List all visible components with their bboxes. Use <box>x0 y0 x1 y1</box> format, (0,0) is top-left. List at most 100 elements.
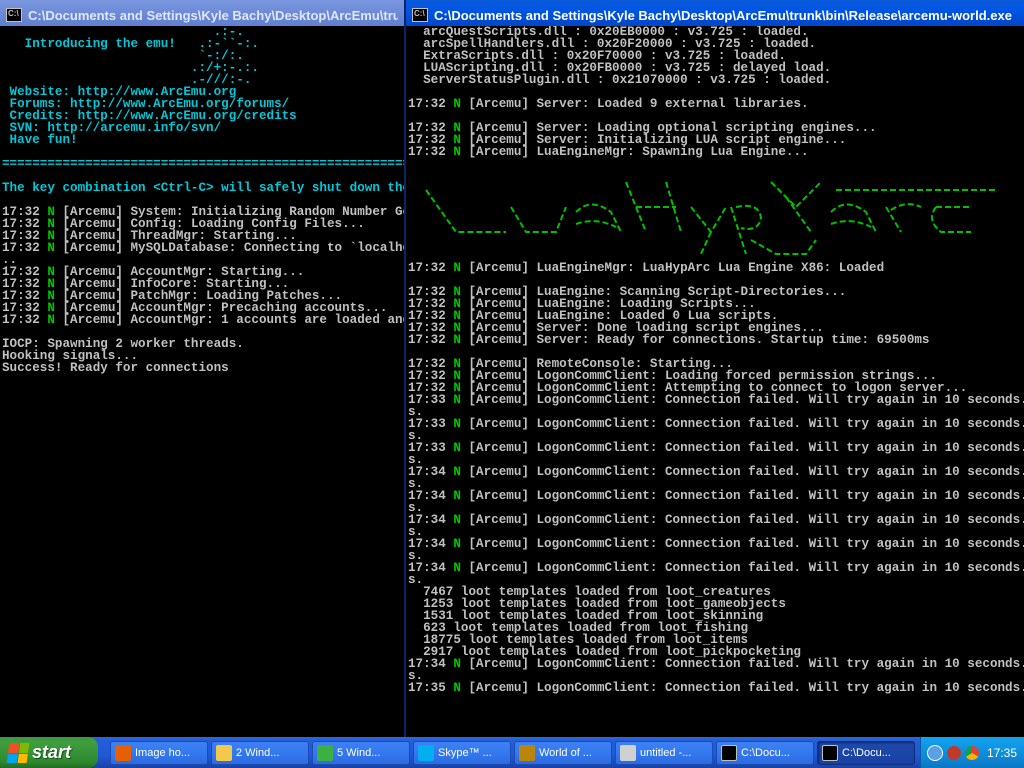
log-level: N <box>453 97 461 111</box>
log-level: N <box>453 561 461 575</box>
luahyparc-logo <box>425 181 996 255</box>
log-time: 17:32 <box>2 313 48 327</box>
log-message: [Arcemu] LogonCommClient: Connection fai… <box>460 681 1024 695</box>
log-level: N <box>453 333 461 347</box>
world-console-window[interactable]: C:\ C:\Documents and Settings\Kyle Bachy… <box>404 0 1024 737</box>
log-level: N <box>453 513 461 527</box>
connection-failed-line: 17:34 N [Arcemu] LogonCommClient: Connec… <box>408 513 1024 527</box>
taskbar-button-label: Image ho... <box>135 746 191 759</box>
log-level: N <box>453 681 461 695</box>
start-button[interactable]: start <box>0 737 98 768</box>
taskbar-button-label: World of ... <box>539 746 592 759</box>
log-message: [Arcemu] LogonCommClient: Connection fai… <box>460 441 1024 455</box>
taskbar-button[interactable]: untitled -... <box>615 740 713 765</box>
info-link-line: Have fun! <box>2 133 78 147</box>
folder-icon <box>216 744 232 761</box>
shutdown-notice: The key combination <Ctrl-C> will safely… <box>2 181 404 195</box>
log-message: [Arcemu] Server: Ready for connections. … <box>460 333 930 347</box>
log-level: N <box>453 145 461 159</box>
connection-failed-line: 17:34 N [Arcemu] LogonCommClient: Connec… <box>408 537 1024 551</box>
log-level: N <box>47 313 55 327</box>
console-icon: C:\ <box>6 8 22 22</box>
log-level: N <box>453 393 461 407</box>
taskbar-button[interactable]: 5 Wind... <box>312 740 410 765</box>
log-line: 17:32 N [Arcemu] Server: Loaded 9 extern… <box>408 97 1024 111</box>
taskbar-button-label: C:\Docu... <box>842 746 891 759</box>
system-tray: 17:35 <box>920 737 1024 768</box>
log-level: N <box>453 657 461 671</box>
world-window-title: C:\Documents and Settings\Kyle Bachy\Des… <box>434 7 1012 23</box>
taskbar-button[interactable]: C:\Docu... <box>716 740 814 765</box>
connection-failed-line: 17:34 N [Arcemu] LogonCommClient: Connec… <box>408 561 1024 575</box>
log-level: N <box>453 489 461 503</box>
skype-icon <box>418 744 434 761</box>
log-line: 17:32 N [Arcemu] Server: Ready for conne… <box>408 333 1024 347</box>
taskbar-button[interactable]: 2 Wind... <box>211 740 309 765</box>
log-level: N <box>453 465 461 479</box>
taskbar-button[interactable]: C:\Docu... <box>817 740 915 765</box>
log-time: 17:32 <box>408 97 454 111</box>
connection-failed-line: 17:34 N [Arcemu] LogonCommClient: Connec… <box>408 657 1024 671</box>
log-time: 17:32 <box>408 261 454 275</box>
log-message: [Arcemu] LogonCommClient: Connection fai… <box>460 561 1024 575</box>
taskbar-button[interactable]: World of ... <box>514 740 612 765</box>
logon-console-output: .:-. Introducing the emu! .:-``-:. `-:/:… <box>0 26 404 737</box>
dll-line: ServerStatusPlugin.dll : 0x21070000 : v3… <box>408 73 832 87</box>
start-label: start <box>32 742 72 762</box>
connection-failed-line: 17:35 N [Arcemu] LogonCommClient: Connec… <box>408 681 1024 695</box>
taskbar-button-label: C:\Docu... <box>741 746 790 759</box>
log-message: [Arcemu] AccountMgr: 1 accounts are load… <box>62 313 404 327</box>
world-window-titlebar[interactable]: C:\ C:\Documents and Settings\Kyle Bachy… <box>406 0 1024 26</box>
log-level: N <box>453 417 461 431</box>
cmd-icon <box>721 744 737 761</box>
taskbar: start Image ho... 2 Wind... 5 Wind... Skype… <box>0 737 1024 768</box>
log-time: 17:32 <box>408 333 454 347</box>
connection-failed-line: 17:34 N [Arcemu] LogonCommClient: Connec… <box>408 465 1024 479</box>
windows-logo-icon <box>6 742 30 763</box>
taskbar-button[interactable]: Image ho... <box>110 740 208 765</box>
separator-line: ========================================… <box>2 157 404 171</box>
log-message: [Arcemu] LogonCommClient: Connection fai… <box>460 393 1024 407</box>
firefox-icon <box>115 744 131 761</box>
taskbar-button-label: 2 Wind... <box>236 746 280 759</box>
console-icon: C:\ <box>412 8 428 22</box>
log-line: 17:32 N [Arcemu] AccountMgr: 1 accounts … <box>2 313 404 327</box>
log-time: 17:32 <box>408 145 454 159</box>
connection-failed-line: 17:33 N [Arcemu] LogonCommClient: Connec… <box>408 393 1024 407</box>
log-message: [Arcemu] Server: Loaded 9 external libra… <box>460 97 809 111</box>
log-message: [Arcemu] LogonCommClient: Connection fai… <box>460 513 1024 527</box>
log-level: N <box>453 261 461 275</box>
taskbar-button[interactable]: Skype™ ... <box>413 740 511 765</box>
log-message: [Arcemu] LogonCommClient: Connection fai… <box>460 465 1024 479</box>
cmd-icon <box>822 744 838 761</box>
log-message: [Arcemu] LogonCommClient: Connection fai… <box>460 417 1024 431</box>
taskbar-button-label: Skype™ ... <box>438 746 492 759</box>
log-line: 17:32 N [Arcemu] MySQLDatabase: Connecti… <box>2 241 404 255</box>
chrome-icon[interactable] <box>965 745 979 760</box>
connection-failed-line: 17:33 N [Arcemu] LogonCommClient: Connec… <box>408 417 1024 431</box>
log-line: 17:32 N [Arcemu] LuaEngineMgr: Spawning … <box>408 145 1024 159</box>
log-message: [Arcemu] LuaEngineMgr: LuaHypArc Lua Eng… <box>460 261 885 275</box>
security-shield-icon[interactable] <box>947 745 961 760</box>
log-time: 17:35 <box>408 681 454 695</box>
wow-icon <box>519 744 535 761</box>
luahyparc-ascii-art <box>408 162 1024 258</box>
log-message: [Arcemu] LuaEngineMgr: Spawning Lua Engi… <box>460 145 809 159</box>
paint-icon <box>620 744 636 761</box>
taskbar-buttons: Image ho... 2 Wind... 5 Wind... Skype™ ... W… <box>110 740 920 765</box>
messenger-icon <box>317 744 333 761</box>
log-level: N <box>453 537 461 551</box>
connection-failed-line: 17:34 N [Arcemu] LogonCommClient: Connec… <box>408 489 1024 503</box>
console-line: Success! Ready for connections <box>2 361 229 375</box>
log-message: [Arcemu] MySQLDatabase: Connecting to `l… <box>62 241 404 255</box>
logon-console-window[interactable]: C:\ C:\Documents and Settings\Kyle Bachy… <box>0 0 404 737</box>
clock[interactable]: 17:35 <box>987 746 1017 760</box>
log-level: N <box>47 241 55 255</box>
network-icon[interactable] <box>927 744 943 761</box>
connection-failed-line: 17:33 N [Arcemu] LogonCommClient: Connec… <box>408 441 1024 455</box>
taskbar-button-label: untitled -... <box>640 746 692 759</box>
log-message: [Arcemu] LogonCommClient: Connection fai… <box>460 657 1024 671</box>
log-level: N <box>453 441 461 455</box>
logon-window-titlebar[interactable]: C:\ C:\Documents and Settings\Kyle Bachy… <box>0 0 404 26</box>
world-console-output: arcQuestScripts.dll : 0x20EB0000 : v3.72… <box>406 26 1024 737</box>
